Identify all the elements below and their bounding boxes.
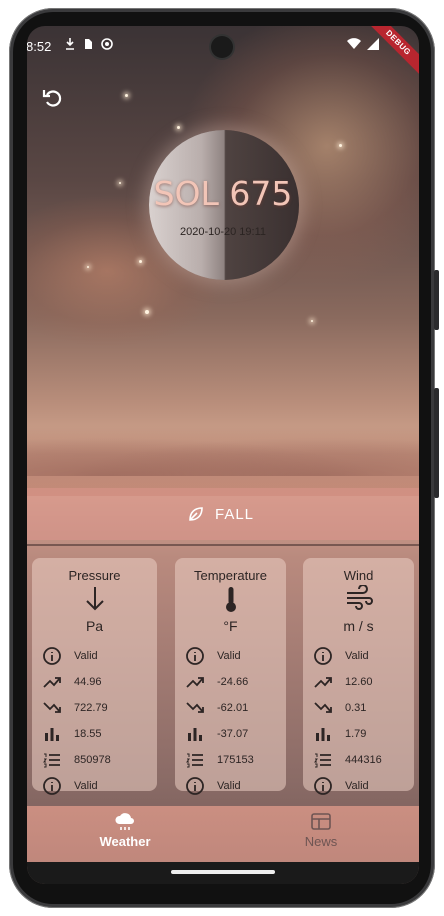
- trending-up-icon: [43, 677, 61, 688]
- count-value: 444316: [345, 754, 382, 766]
- temperature-card[interactable]: Temperature °F Valid -24.66 -62.01 -37.0…: [175, 558, 286, 795]
- star: [145, 310, 149, 314]
- bar-chart-icon: [316, 728, 330, 741]
- validity-value: Valid: [217, 780, 241, 792]
- nav-weather-label: Weather: [99, 834, 151, 849]
- bar-chart-icon: [188, 728, 202, 741]
- sol-title: SOL 675: [153, 174, 293, 213]
- validity-value: Valid: [345, 650, 369, 662]
- validity-value: Valid: [74, 650, 98, 662]
- volume-button: [434, 270, 439, 330]
- trending-up-icon: [314, 677, 332, 688]
- gesture-bar: [27, 862, 419, 884]
- ridge-background: [27, 431, 419, 476]
- star: [139, 260, 142, 263]
- max-value: 12.60: [345, 676, 373, 688]
- card-title: Wind: [343, 568, 374, 583]
- wind-card[interactable]: Wind m / s Valid 12.60 0.31 1.79 444316 …: [303, 558, 414, 795]
- season-label: FALL: [215, 505, 255, 523]
- home-indicator[interactable]: [171, 870, 275, 874]
- info-icon: [186, 777, 204, 795]
- min-value: 722.79: [74, 702, 108, 714]
- trending-down-icon: [314, 702, 332, 713]
- app-screen: 8:52 DEBUG SOL 675 2020-10-20 19:11 FALL…: [27, 26, 419, 884]
- leaf-icon: [189, 507, 203, 521]
- validity-value: Valid: [345, 780, 369, 792]
- news-icon: [311, 813, 331, 830]
- power-button: [434, 388, 439, 498]
- star: [177, 126, 180, 129]
- nav-weather-tab[interactable]: Weather: [65, 812, 185, 849]
- count-value: 850978: [74, 754, 111, 766]
- trending-down-icon: [186, 702, 204, 713]
- arrow-down-icon: [85, 587, 104, 611]
- min-value: 0.31: [345, 702, 367, 714]
- front-camera: [211, 36, 233, 58]
- card-title: Temperature: [194, 568, 267, 583]
- numbered-list-icon: [314, 753, 331, 768]
- card-title: Pressure: [68, 568, 121, 583]
- avg-value: 1.79: [345, 728, 367, 740]
- nav-news-label: News: [304, 834, 338, 849]
- download-icon: [66, 38, 74, 50]
- nav-news-tab[interactable]: News: [261, 812, 381, 849]
- status-time: 8:52: [27, 39, 52, 54]
- trending-down-icon: [43, 702, 61, 713]
- wifi-icon: [347, 38, 361, 49]
- sol-date: 2020-10-20 19:11: [179, 226, 267, 238]
- status-icons-right: [347, 38, 379, 50]
- weather-cloud-icon: [115, 813, 134, 830]
- info-icon: [314, 647, 332, 665]
- avg-value: -37.07: [217, 728, 249, 740]
- card-unit: m / s: [343, 618, 374, 634]
- bottom-navigation: Weather News: [27, 806, 419, 862]
- star: [311, 320, 313, 322]
- numbered-list-icon: [43, 753, 60, 768]
- min-value: -62.01: [217, 702, 249, 714]
- validity-value: Valid: [217, 650, 241, 662]
- info-icon: [43, 647, 61, 665]
- pressure-card[interactable]: Pressure Pa Valid 44.96 722.79 18.55 850…: [32, 558, 157, 795]
- info-icon: [186, 647, 204, 665]
- refresh-icon[interactable]: [41, 86, 65, 110]
- signal-icon: [367, 38, 379, 50]
- info-icon: [43, 777, 61, 795]
- thermometer-icon: [225, 587, 236, 612]
- card-unit: °F: [223, 618, 238, 634]
- star: [87, 266, 89, 268]
- star: [339, 144, 342, 147]
- wind-icon: [346, 584, 373, 610]
- sim-card-icon: [85, 39, 92, 49]
- max-value: -24.66: [217, 676, 249, 688]
- validity-value: Valid: [74, 780, 98, 792]
- trending-up-icon: [186, 677, 204, 688]
- status-icons-left: [65, 38, 113, 50]
- status-bar: 8:52 DEBUG: [27, 26, 419, 80]
- bar-chart-icon: [45, 728, 59, 741]
- max-value: 44.96: [74, 676, 102, 688]
- info-icon: [314, 777, 332, 795]
- star: [125, 94, 128, 97]
- numbered-list-icon: [186, 753, 203, 768]
- season-banner: FALL: [27, 488, 419, 540]
- count-value: 175153: [217, 754, 254, 766]
- divider: [27, 544, 419, 546]
- avg-value: 18.55: [74, 728, 102, 740]
- sync-icon: [101, 38, 113, 50]
- card-unit: Pa: [85, 618, 104, 634]
